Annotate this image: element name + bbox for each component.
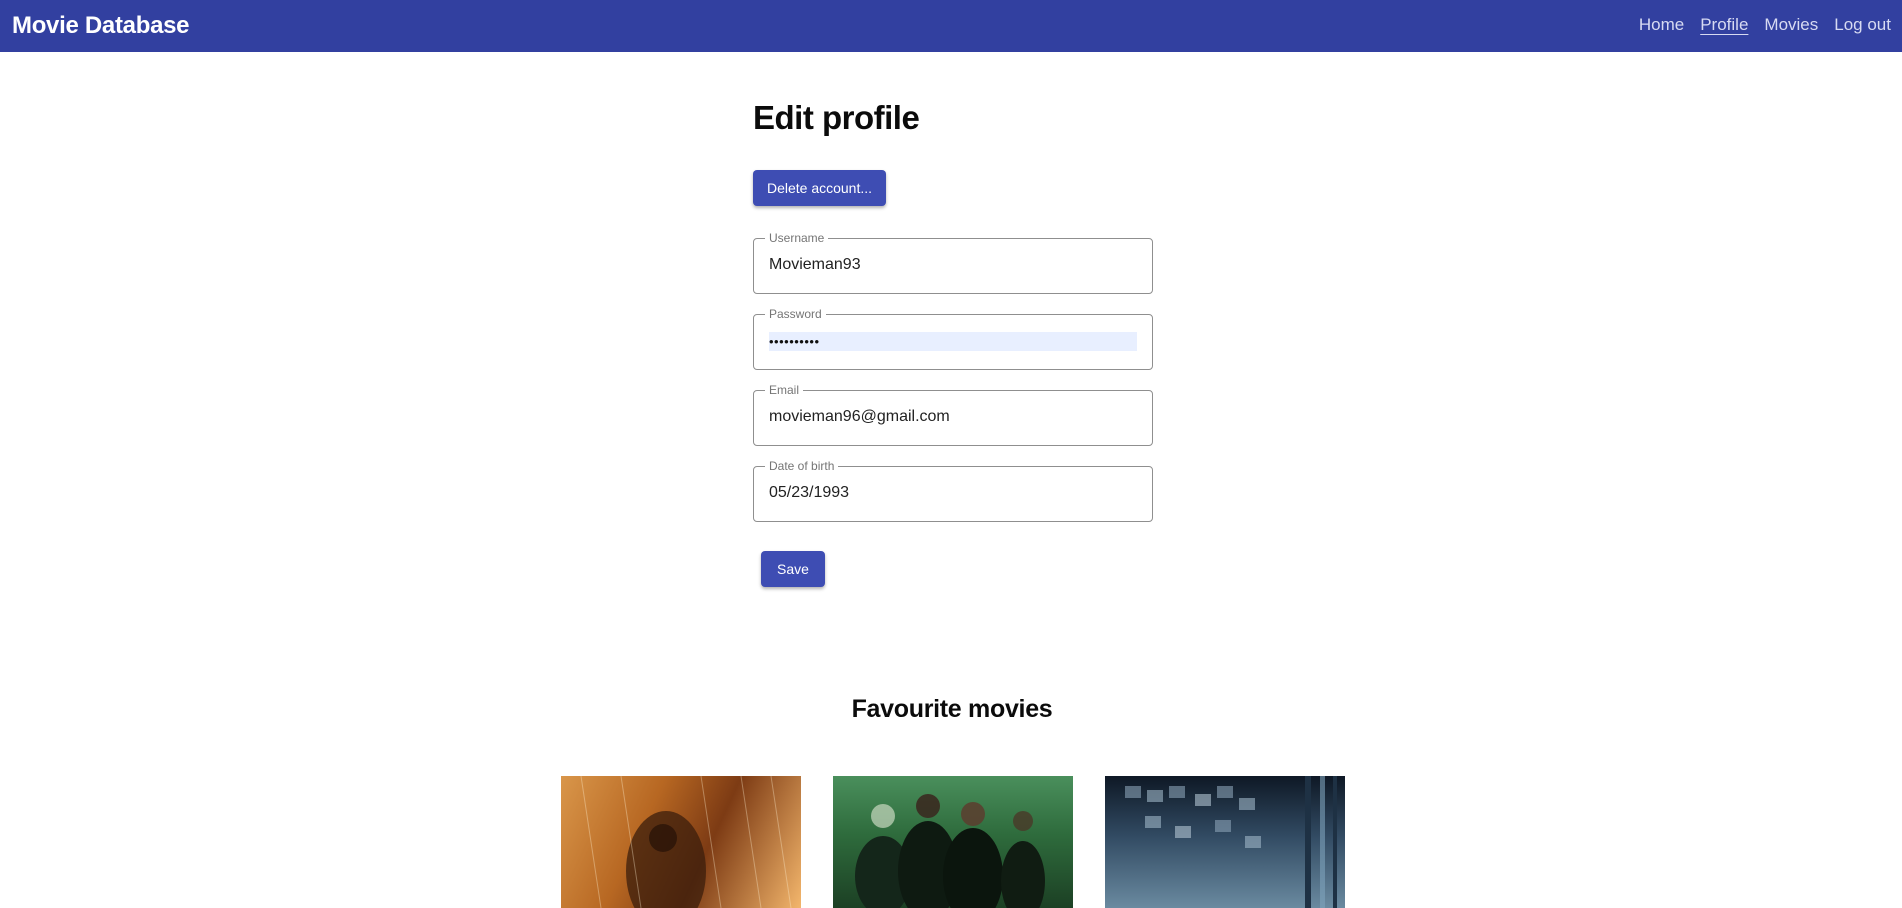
password-field[interactable]: Password •••••••••• [753,307,1153,370]
movie-poster-2[interactable] [833,776,1073,908]
nav-links: Home Profile Movies Log out [1639,15,1891,37]
nav-link-logout[interactable]: Log out [1834,15,1891,37]
brand-title[interactable]: Movie Database [12,12,190,40]
save-button[interactable]: Save [761,551,825,587]
poster-image-2 [855,794,1045,908]
movie-poster-1[interactable] [561,776,801,908]
poster-image-3 [1125,776,1337,908]
favourite-movies-title: Favourite movies [851,695,1053,723]
username-input[interactable]: Movieman93 [769,254,1137,276]
delete-account-button[interactable]: Delete account... [753,170,886,206]
nav-link-movies[interactable]: Movies [1764,15,1818,37]
nav-link-home[interactable]: Home [1639,15,1684,37]
email-field[interactable]: Email movieman96@gmail.com [753,383,1153,446]
movie-poster-3[interactable] [1105,776,1345,908]
username-field[interactable]: Username Movieman93 [753,231,1153,294]
nav-link-profile[interactable]: Profile [1700,15,1748,37]
password-input[interactable]: •••••••••• [769,332,1137,351]
navbar: Movie Database Home Profile Movies Log o… [0,0,1902,52]
poster-image-1 [580,776,792,908]
date-of-birth-input[interactable]: 05/23/1993 [769,482,1137,504]
password-label: Password [765,307,826,321]
date-of-birth-field[interactable]: Date of birth 05/23/1993 [753,459,1153,522]
date-of-birth-label: Date of birth [765,459,839,473]
username-label: Username [765,231,829,245]
email-label: Email [765,383,804,397]
email-input[interactable]: movieman96@gmail.com [769,406,1137,428]
page-title: Edit profile [753,99,920,136]
